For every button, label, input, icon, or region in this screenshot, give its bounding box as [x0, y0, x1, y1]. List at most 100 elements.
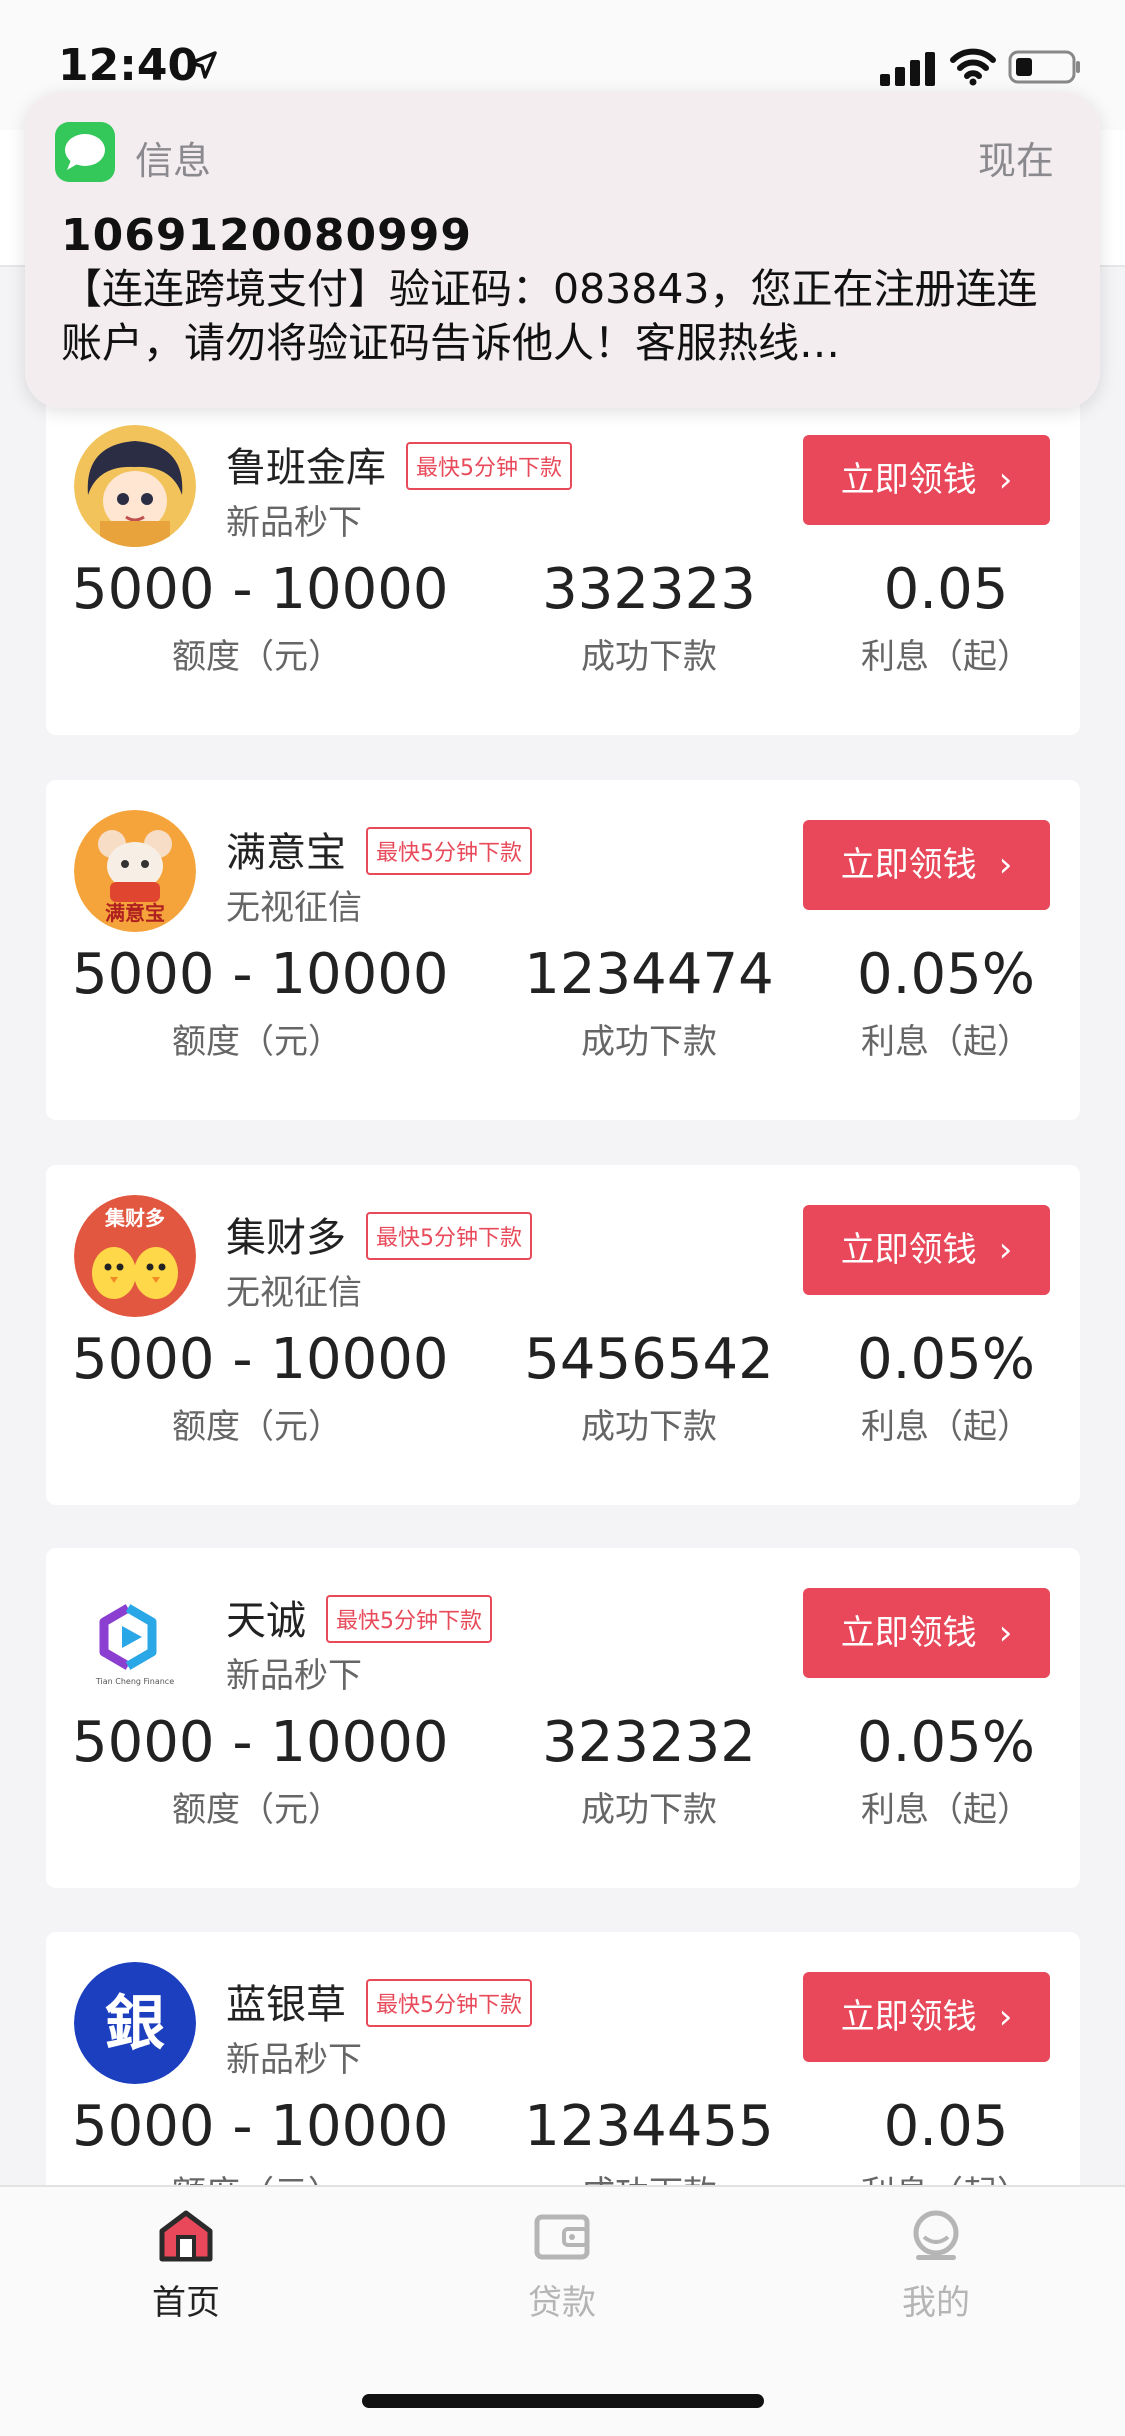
- product-name-text: 满意宝: [226, 830, 346, 876]
- sms-notification-banner[interactable]: 信息 现在 1069120080999 【连连跨境支付】验证码：083843，您…: [25, 92, 1100, 408]
- get-money-button[interactable]: 立即领钱 ›: [803, 435, 1050, 525]
- product-name-text: 集财多: [226, 1215, 346, 1261]
- success-count-label: 成功下款: [581, 1407, 717, 1447]
- amount-value: 5000 - 10000: [72, 557, 449, 622]
- interest-label: 利息（起）: [861, 637, 1031, 677]
- loan-card[interactable]: 集财多 集财多 最快5分钟下款 无视征信 立即领钱 › 5000 - 10000 额…: [46, 1165, 1080, 1505]
- safe-area-bottom: [0, 2330, 1125, 2436]
- logo-text: 满意宝: [105, 901, 165, 925]
- amount-stat: 5000 - 10000 额度（元）: [72, 1325, 448, 1448]
- get-money-button-label: 立即领钱: [840, 1613, 977, 1653]
- silver-character-logo-icon: 銀: [74, 1962, 196, 2084]
- success-count-stat: 1234474 成功下款: [499, 940, 799, 1063]
- notification-body: 【连连跨境支付】验证码：083843，您正在注册连连账户，请勿将验证码告诉他人！…: [61, 265, 1038, 367]
- product-name: 满意宝 最快5分钟下款: [226, 820, 532, 878]
- notification-sender: 1069120080999: [61, 210, 472, 261]
- status-time: 12:40: [58, 40, 199, 91]
- amount-label: 额度（元）: [172, 637, 342, 677]
- interest-value: 0.05: [883, 557, 1009, 622]
- get-money-button[interactable]: 立即领钱 ›: [803, 820, 1050, 910]
- product-logo: Tian Cheng Finance: [74, 1578, 196, 1700]
- tab-mine[interactable]: 我的: [836, 2207, 1036, 2324]
- cartoon-avatar-icon: [74, 425, 196, 547]
- success-count-value: 323232: [542, 1710, 756, 1775]
- loan-card[interactable]: 满意宝 满意宝 最快5分钟下款 无视征信 立即领钱 › 5000 - 10000 额…: [46, 780, 1080, 1120]
- profile-icon: [913, 2210, 959, 2260]
- interest-value: 0.05%: [857, 942, 1035, 1007]
- get-money-button-label: 立即领钱: [840, 1997, 977, 2037]
- product-name: 集财多 最快5分钟下款: [226, 1205, 532, 1263]
- interest-label: 利息（起）: [861, 1407, 1031, 1447]
- product-name: 鲁班金库 最快5分钟下款: [226, 435, 572, 493]
- interest-stat: 0.05% 利息（起）: [836, 1325, 1056, 1448]
- success-count-value: 5456542: [524, 1327, 774, 1392]
- product-logo: 集财多: [74, 1195, 196, 1317]
- amount-label: 额度（元）: [172, 1407, 342, 1447]
- fast-payout-badge: 最快5分钟下款: [406, 442, 572, 490]
- fast-payout-badge: 最快5分钟下款: [366, 1212, 532, 1260]
- fast-payout-badge: 最快5分钟下款: [366, 827, 532, 875]
- chevron-right-icon: ›: [998, 460, 1013, 500]
- product-name-text: 蓝银草: [226, 1982, 346, 2028]
- success-count-stat: 332323 成功下款: [499, 555, 799, 678]
- interest-stat: 0.05% 利息（起）: [836, 1708, 1056, 1831]
- interest-label: 利息（起）: [861, 1022, 1031, 1062]
- home-indicator[interactable]: [362, 2394, 764, 2408]
- product-logo: 銀: [74, 1962, 196, 2084]
- interest-label: 利息（起）: [861, 1790, 1031, 1830]
- product-name: 蓝银草 最快5分钟下款: [226, 1972, 532, 2030]
- tab-home-label: 首页: [152, 2283, 220, 2323]
- interest-stat: 0.05 利息（起）: [836, 555, 1056, 678]
- product-name: 天诚 最快5分钟下款: [226, 1588, 492, 1646]
- product-name-text: 天诚: [226, 1598, 306, 1644]
- notification-time: 现在: [977, 139, 1054, 183]
- success-count-label: 成功下款: [581, 637, 717, 677]
- get-money-button-label: 立即领钱: [840, 460, 977, 500]
- tab-mine-label: 我的: [902, 2283, 970, 2323]
- loan-card[interactable]: Tian Cheng Finance 天诚 最快5分钟下款 新品秒下 立即领钱 › …: [46, 1548, 1080, 1888]
- get-money-button[interactable]: 立即领钱 ›: [803, 1972, 1050, 2062]
- chevron-right-icon: ›: [998, 1230, 1013, 1270]
- tiancheng-logo-icon: Tian Cheng Finance: [74, 1578, 196, 1700]
- success-count-value: 1234455: [524, 2094, 774, 2159]
- product-logo: [74, 425, 196, 547]
- interest-value: 0.05%: [857, 1710, 1035, 1775]
- bottom-tab-bar: 首页 贷款 我的: [0, 2185, 1125, 2332]
- loan-card[interactable]: 鲁班金库 最快5分钟下款 新品秒下 立即领钱 › 5000 - 10000 额度（元…: [46, 395, 1080, 735]
- chevron-right-icon: ›: [998, 1997, 1013, 2037]
- logo-text: 銀: [105, 1989, 165, 2059]
- battery-icon: [1008, 50, 1080, 84]
- product-logo: 满意宝: [74, 810, 196, 932]
- tab-loan[interactable]: 贷款: [462, 2207, 662, 2324]
- location-arrow-icon: [189, 51, 217, 79]
- chevron-right-icon: ›: [998, 1613, 1013, 1653]
- success-count-value: 1234474: [524, 942, 774, 1007]
- wallet-icon: [534, 2214, 590, 2260]
- mouse-mascot-icon: 满意宝: [74, 810, 196, 932]
- success-count-stat: 5456542 成功下款: [499, 1325, 799, 1448]
- tab-home[interactable]: 首页: [86, 2207, 286, 2324]
- product-subtitle: 新品秒下: [226, 1656, 362, 1696]
- success-count-stat: 323232 成功下款: [499, 1708, 799, 1831]
- amount-label: 额度（元）: [172, 1790, 342, 1830]
- success-count-value: 332323: [542, 557, 756, 622]
- product-subtitle: 新品秒下: [226, 2040, 362, 2080]
- interest-stat: 0.05% 利息（起）: [836, 940, 1056, 1063]
- amount-stat: 5000 - 10000 额度（元）: [72, 940, 449, 1063]
- get-money-button-label: 立即领钱: [840, 1230, 977, 1270]
- logo-text: 集财多: [104, 1206, 165, 1230]
- product-name-text: 鲁班金库: [226, 445, 386, 491]
- success-count-label: 成功下款: [581, 1022, 717, 1062]
- product-subtitle: 无视征信: [226, 1273, 362, 1313]
- amount-value: 5000 - 10000: [72, 1710, 449, 1775]
- fast-payout-badge: 最快5分钟下款: [366, 1979, 532, 2027]
- amount-value: 5000 - 10000: [72, 942, 449, 1007]
- get-money-button-label: 立即领钱: [840, 845, 977, 885]
- logo-text: Tian Cheng Finance: [95, 1677, 174, 1686]
- get-money-button[interactable]: 立即领钱 ›: [803, 1205, 1050, 1295]
- amount-stat: 5000 - 10000 额度（元）: [72, 1708, 449, 1831]
- get-money-button[interactable]: 立即领钱 ›: [803, 1588, 1050, 1678]
- wifi-icon: [950, 48, 996, 86]
- amount-label: 额度（元）: [172, 1022, 342, 1062]
- amount-stat: 5000 - 10000 额度（元）: [72, 555, 449, 678]
